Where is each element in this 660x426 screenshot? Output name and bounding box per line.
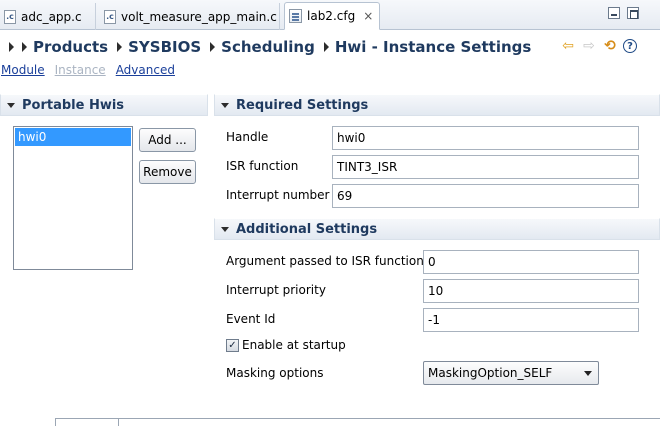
section-title: Required Settings: [236, 97, 369, 113]
isr-function-label: ISR function: [226, 159, 299, 173]
breadcrumb-sysbios[interactable]: SYSBIOS: [128, 38, 201, 56]
tab-label: adc_app.c: [21, 9, 82, 24]
portable-hwis-header[interactable]: Portable Hwis: [0, 94, 208, 116]
event-id-label: Event Id: [226, 312, 276, 326]
c-file-icon: .c: [104, 9, 116, 24]
section-title: Portable Hwis: [22, 97, 125, 113]
required-settings-header[interactable]: Required Settings: [214, 94, 660, 116]
refresh-icon[interactable]: ⟲: [602, 38, 618, 54]
breadcrumb: Products SYSBIOS Scheduling Hwi - Instan…: [0, 36, 531, 58]
tab-lab2-cfg[interactable]: lab2.cfg ×: [284, 2, 380, 30]
interrupt-priority-input[interactable]: 10: [423, 279, 639, 303]
close-icon[interactable]: ×: [363, 9, 373, 23]
interrupt-priority-label: Interrupt priority: [226, 283, 326, 297]
mode-links: Module Instance Advanced: [1, 63, 185, 77]
breadcrumb-arrow-icon[interactable]: [9, 42, 14, 52]
tab-volt-measure-app-main[interactable]: .c volt_measure_app_main.c: [100, 3, 280, 30]
masking-options-select[interactable]: MaskingOption_SELF: [423, 361, 599, 385]
mode-advanced-link[interactable]: Advanced: [116, 63, 175, 77]
breadcrumb-arrow-icon[interactable]: [22, 42, 27, 52]
collapse-triangle-icon[interactable]: [221, 226, 229, 232]
argument-label: Argument passed to ISR function: [226, 254, 424, 268]
masking-options-label: Masking options: [226, 366, 324, 380]
handle-input[interactable]: hwi0: [332, 126, 639, 150]
add-button[interactable]: Add ...: [139, 128, 196, 152]
section-title: Additional Settings: [236, 221, 378, 237]
enable-at-startup-label: Enable at startup: [242, 338, 346, 352]
event-id-input[interactable]: -1: [423, 308, 639, 332]
additional-settings-header[interactable]: Additional Settings: [214, 218, 660, 240]
mode-module-link[interactable]: Module: [1, 63, 45, 77]
back-icon[interactable]: ⇦: [560, 38, 576, 54]
c-file-icon: .c: [4, 9, 16, 24]
maximize-icon[interactable]: [627, 7, 639, 19]
collapse-triangle-icon[interactable]: [221, 102, 229, 108]
breadcrumb-arrow-icon[interactable]: [323, 42, 329, 52]
help-icon[interactable]: ?: [623, 39, 637, 53]
divider: [118, 419, 119, 426]
toolbar-icons: ⇦ ⇨ ⟲ ?: [560, 38, 642, 54]
collapse-triangle-icon[interactable]: [7, 102, 15, 108]
argument-input[interactable]: 0: [423, 250, 639, 274]
breadcrumb-arrow-icon[interactable]: [210, 42, 216, 52]
tab-adc-app[interactable]: .c adc_app.c: [0, 3, 96, 30]
remove-button[interactable]: Remove: [139, 160, 196, 184]
isr-function-input[interactable]: TINT3_ISR: [332, 155, 639, 179]
minimize-icon[interactable]: [608, 7, 620, 19]
tab-label: lab2.cfg: [307, 9, 356, 23]
list-item[interactable]: hwi0: [15, 128, 131, 146]
bottom-tab-strip: [55, 418, 660, 426]
interrupt-number-label: Interrupt number: [226, 188, 330, 202]
breadcrumb-scheduling[interactable]: Scheduling: [221, 38, 315, 56]
chevron-down-icon: [584, 371, 592, 376]
breadcrumb-products[interactable]: Products: [33, 38, 108, 56]
masking-options-value: MaskingOption_SELF: [428, 366, 553, 380]
cfg-file-icon: [289, 9, 302, 23]
interrupt-number-input[interactable]: 69: [332, 184, 639, 208]
handle-label: Handle: [226, 130, 269, 144]
forward-icon[interactable]: ⇨: [581, 38, 597, 54]
portable-hwis-list[interactable]: hwi0: [13, 126, 133, 270]
breadcrumb-hwi-instance-settings: Hwi - Instance Settings: [334, 38, 532, 56]
breadcrumb-arrow-icon[interactable]: [117, 42, 123, 52]
tab-label: volt_measure_app_main.c: [121, 9, 277, 24]
editor-tab-bar: .c adc_app.c .c volt_measure_app_main.c …: [0, 0, 660, 30]
mode-instance-link: Instance: [54, 63, 106, 77]
enable-at-startup-checkbox[interactable]: ✓: [226, 339, 239, 352]
